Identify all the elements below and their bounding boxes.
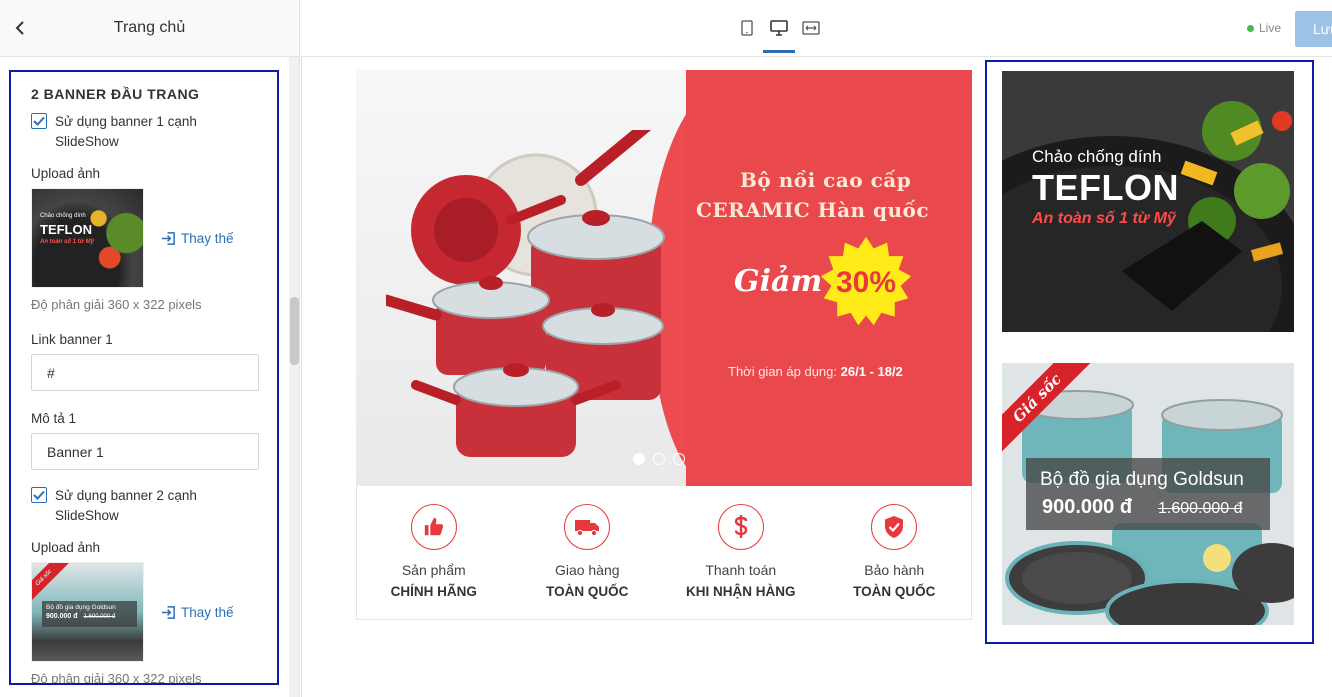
banner1-line3: An toàn số 1 từ Mỹ — [1032, 210, 1176, 227]
resolution-hint-1: Độ phân giải 360 x 322 pixels — [31, 297, 202, 312]
banner2-price: 900.000 đ — [1042, 496, 1133, 518]
device-switcher — [737, 18, 821, 53]
feature-line2: TOÀN QUỐC — [546, 584, 629, 599]
upload-row-1: Chảo chống dính TEFLON An toàn số 1 từ M… — [31, 188, 277, 288]
banner-settings-group: 2 BANNER ĐẦU TRANG Sử dụng banner 1 cạnh… — [9, 70, 279, 685]
thumb1-line3: An toàn số 1 từ Mỹ — [40, 239, 94, 245]
slide-dot-3[interactable] — [673, 453, 685, 465]
slide-discount-value: 30% — [835, 266, 897, 299]
feature-line1: Bảo hành — [864, 562, 925, 578]
slide-dot-2[interactable] — [653, 453, 665, 465]
live-status: Live — [1247, 21, 1281, 35]
settings-header: Trang chủ — [0, 0, 299, 57]
fullwidth-icon — [802, 21, 820, 35]
side-banner-1[interactable]: Chảo chống dính TEFLON An toàn số 1 từ M… — [1002, 71, 1294, 332]
sign-in-icon — [161, 605, 175, 619]
section-title: 2 BANNER ĐẦU TRANG — [31, 86, 200, 102]
back-button[interactable] — [10, 18, 30, 38]
feature-line1: Sản phẩm — [401, 562, 466, 578]
thumb2-price-row: 900.000 đ 1.600.000 đ — [42, 611, 137, 620]
slide-date-row: Thời gian áp dụng: 26/1 - 18/2 — [728, 364, 903, 379]
link-banner1-input[interactable] — [31, 354, 259, 391]
thumb2-price: 900.000 đ — [46, 613, 78, 620]
slide-discount-word: Giảm — [734, 264, 823, 299]
thumb2-title: Bộ đồ gia dụng Goldsun — [46, 604, 116, 611]
live-label: Live — [1259, 21, 1282, 35]
desktop-icon — [770, 20, 788, 36]
banner2-old-price: 1.600.000 đ — [1158, 500, 1243, 517]
thumb2-ribbon: Giá sốc — [32, 563, 71, 605]
cookware-set-image — [386, 130, 665, 457]
desc1-label: Mô tả 1 — [31, 411, 77, 426]
feature-item: Bảo hành TOÀN QUỐC — [818, 486, 972, 619]
banner1-line2: TEFLON — [1032, 167, 1179, 208]
thumb2-band: Bộ đồ gia dụng Goldsun 900.000 đ 1.600.00… — [42, 601, 137, 627]
check-icon — [33, 116, 45, 126]
feature-line1: Thanh toán — [705, 562, 777, 578]
banner2-thumbnail[interactable]: Giá sốc Bộ đồ gia dụng Goldsun 900.000 đ… — [31, 562, 144, 662]
replace-image-button-2[interactable]: Thay thế — [161, 605, 234, 620]
main-slideshow[interactable]: Bộ nồi cao cấp CERAMIC Hàn quốc Giảm 30%… — [356, 70, 972, 486]
feature-item: Giao hàng TOÀN QUỐC — [511, 486, 665, 619]
panel-title: Trang chủ — [113, 19, 186, 36]
feature-item: Sản phẩm CHÍNH HÃNG — [357, 486, 511, 619]
feature-line1: Giao hàng — [554, 562, 620, 578]
thumb1-line1: Chảo chống dính — [40, 213, 86, 219]
sign-in-icon — [161, 231, 175, 245]
desc1-input[interactable] — [31, 433, 259, 470]
banner2-title: Bộ đồ gia dụng Goldsun — [1040, 469, 1244, 490]
shield-check-icon — [871, 504, 918, 550]
slide-heading-1: Bộ nồi cao cấp — [740, 168, 912, 192]
mobile-view-button[interactable] — [737, 18, 757, 38]
use-banner2-label: Sử dụng banner 2 cạnh SlideShow — [55, 488, 197, 523]
save-button[interactable]: Lưu — [1295, 11, 1332, 47]
upload-row-2: Giá sốc Bộ đồ gia dụng Goldsun 900.000 đ… — [31, 562, 277, 662]
banner1-thumbnail[interactable]: Chảo chống dính TEFLON An toàn số 1 từ M… — [31, 188, 144, 288]
use-banner2-checkbox[interactable] — [31, 487, 47, 503]
banner1-line1: Chảo chống dính — [1032, 147, 1162, 166]
slide-heading-2: CERAMIC Hàn quốc — [696, 198, 930, 222]
dollar-icon — [717, 504, 764, 550]
slide-date-range: 26/1 - 18/2 — [840, 364, 903, 379]
slide-dot-1[interactable] — [633, 453, 645, 465]
thumb2-old-price: 1.600.000 đ — [83, 614, 116, 620]
upload-label-2: Upload ảnh — [31, 540, 101, 555]
chevron-left-icon — [15, 21, 24, 35]
resolution-hint-2: Độ phân giải 360 x 322 pixels — [31, 671, 202, 685]
thumb1-line2: TEFLON — [40, 222, 92, 237]
scrollbar-track[interactable] — [289, 57, 299, 697]
use-banner1-checkbox[interactable] — [31, 113, 47, 129]
side-banner-2[interactable]: Giá sốc Bộ đồ gia dụng Goldsun 900.000 đ… — [1002, 363, 1294, 625]
replace-label-2: Thay thế — [181, 604, 234, 620]
preview-canvas: Bộ nồi cao cấp CERAMIC Hàn quốc Giảm 30%… — [301, 57, 1332, 697]
settings-panel: Trang chủ 2 BANNER ĐẦU TRANG Sử dụng ban… — [0, 0, 300, 697]
mobile-icon — [741, 20, 753, 36]
use-banner2-option: Sử dụng banner 2 cạnh SlideShow — [31, 486, 277, 526]
live-dot-icon — [1247, 24, 1254, 32]
slide-date-prefix: Thời gian áp dụng: — [728, 364, 837, 379]
slide-pagination — [633, 453, 685, 465]
feature-item: Thanh toán KHI NHẬN HÀNG — [664, 486, 818, 619]
preview-toolbar: Live Lưu — [301, 0, 1332, 57]
desktop-view-button[interactable] — [763, 18, 795, 53]
feature-line2: TOÀN QUỐC — [853, 584, 936, 599]
truck-icon — [564, 504, 611, 550]
use-banner1-option: Sử dụng banner 1 cạnh SlideShow — [31, 112, 277, 152]
fullwidth-view-button[interactable] — [801, 18, 821, 38]
replace-image-button-1[interactable]: Thay thế — [161, 231, 234, 246]
scrollbar-thumb[interactable] — [290, 297, 299, 365]
feature-line2: KHI NHẬN HÀNG — [686, 584, 796, 599]
link-banner1-label: Link banner 1 — [31, 332, 113, 347]
replace-label-1: Thay thế — [181, 230, 234, 246]
feature-line2: CHÍNH HÃNG — [390, 584, 477, 599]
upload-label-1: Upload ảnh — [31, 166, 101, 181]
use-banner1-label: Sử dụng banner 1 cạnh SlideShow — [55, 114, 197, 149]
thumbs-up-icon — [410, 504, 457, 550]
check-icon — [33, 490, 45, 500]
settings-scroll-area: 2 BANNER ĐẦU TRANG Sử dụng banner 1 cạnh… — [0, 57, 300, 697]
feature-strip: Sản phẩm CHÍNH HÃNG Giao hàng TOÀN QUỐC … — [356, 486, 972, 620]
